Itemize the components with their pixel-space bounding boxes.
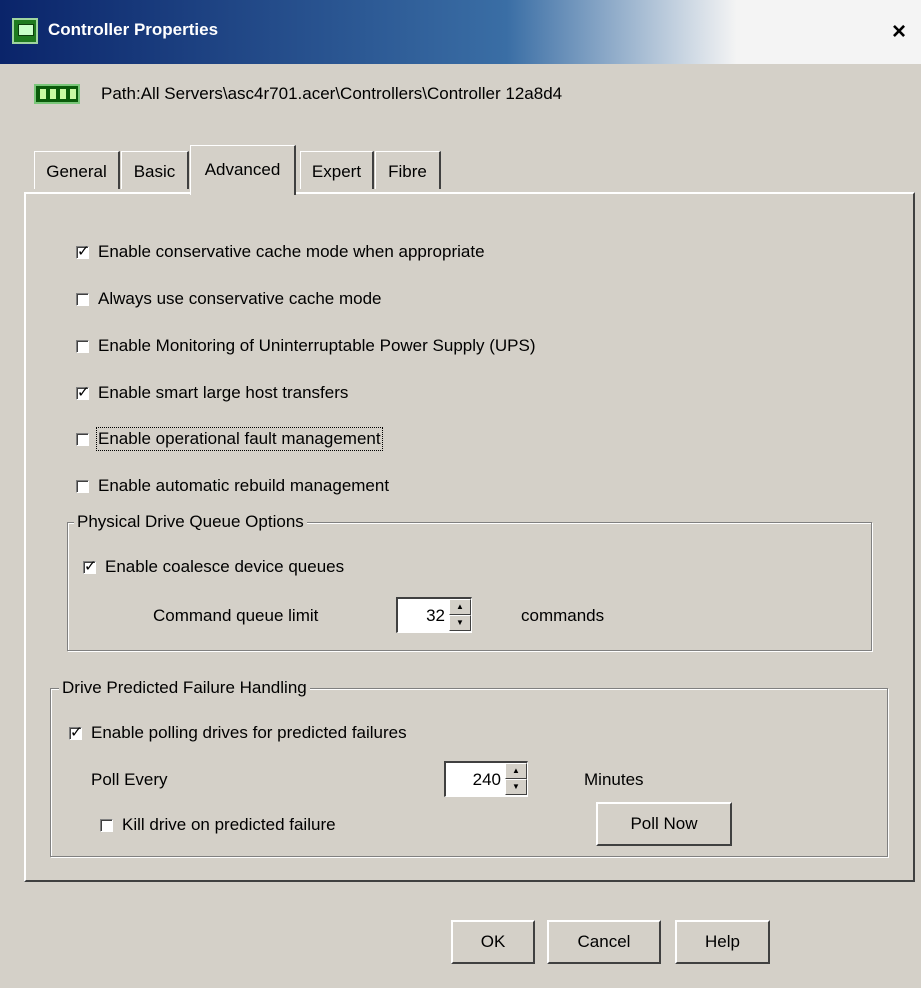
option-operational-fault-management[interactable]: Enable operational fault management	[76, 427, 383, 451]
path-label: Path:All Servers\asc4r701.acer\Controlle…	[101, 84, 563, 103]
option-automatic-rebuild-management[interactable]: Enable automatic rebuild management	[76, 476, 389, 496]
help-button[interactable]: Help	[675, 920, 770, 964]
checkbox[interactable]	[76, 432, 89, 446]
checkbox[interactable]	[76, 292, 89, 306]
predicted-failure-title: Drive Predicted Failure Handling	[59, 678, 310, 698]
spinner-value[interactable]: 32	[426, 606, 445, 626]
cancel-button[interactable]: Cancel	[547, 920, 661, 964]
option-label: Kill drive on predicted failure	[122, 815, 336, 834]
controller-icon	[12, 18, 38, 44]
option-conservative-cache-appropriate[interactable]: Enable conservative cache mode when appr…	[76, 242, 485, 262]
ok-button[interactable]: OK	[451, 920, 535, 964]
tab-basic[interactable]: Basic	[121, 151, 189, 189]
command-queue-limit-unit: commands	[521, 606, 605, 625]
spin-down-icon[interactable]: ▼	[449, 615, 471, 631]
poll-interval-unit: Minutes	[584, 770, 644, 789]
command-queue-limit-label: Command queue limit	[153, 606, 319, 625]
option-label: Enable coalesce device queues	[105, 557, 345, 576]
option-coalesce-device-queues[interactable]: Enable coalesce device queues	[83, 557, 344, 577]
title-bar: Controller Properties	[0, 0, 921, 64]
spin-up-icon[interactable]: ▲	[505, 763, 527, 779]
controller-board-icon	[34, 84, 80, 104]
checkbox[interactable]	[76, 383, 90, 401]
close-icon[interactable]: ×	[884, 18, 914, 48]
window-title: Controller Properties	[48, 20, 219, 39]
poll-interval-spinner[interactable]: 240 ▲ ▼	[444, 761, 528, 797]
checkbox[interactable]	[76, 242, 90, 260]
tab-general[interactable]: General	[34, 151, 120, 189]
poll-every-label: Poll Every	[91, 770, 168, 789]
tab-expert[interactable]: Expert	[300, 151, 374, 189]
queue-options-title: Physical Drive Queue Options	[74, 512, 307, 532]
spin-down-icon[interactable]: ▼	[505, 779, 527, 795]
tab-fibre[interactable]: Fibre	[375, 151, 441, 189]
checkbox[interactable]	[69, 723, 83, 741]
option-label: Enable automatic rebuild management	[98, 476, 390, 495]
poll-now-button[interactable]: Poll Now	[596, 802, 732, 846]
checkbox[interactable]	[100, 818, 113, 832]
option-label: Enable Monitoring of Uninterruptable Pow…	[98, 336, 536, 355]
option-smart-large-host-transfers[interactable]: Enable smart large host transfers	[76, 383, 348, 403]
option-always-conservative-cache[interactable]: Always use conservative cache mode	[76, 289, 381, 309]
option-label: Enable conservative cache mode when appr…	[98, 242, 485, 261]
option-label: Always use conservative cache mode	[98, 289, 382, 308]
checkbox[interactable]	[76, 339, 89, 353]
spinner-value[interactable]: 240	[473, 770, 501, 790]
option-label: Enable smart large host transfers	[98, 383, 349, 402]
option-ups-monitoring[interactable]: Enable Monitoring of Uninterruptable Pow…	[76, 336, 536, 356]
command-queue-limit-spinner[interactable]: 32 ▲ ▼	[396, 597, 472, 633]
option-poll-predicted-failures[interactable]: Enable polling drives for predicted fail…	[69, 723, 407, 743]
option-kill-drive[interactable]: Kill drive on predicted failure	[100, 815, 336, 835]
tab-advanced[interactable]: Advanced	[190, 145, 296, 195]
checkbox[interactable]	[83, 557, 97, 575]
checkbox[interactable]	[76, 479, 89, 493]
spin-up-icon[interactable]: ▲	[449, 599, 471, 615]
option-label: Enable operational fault management	[96, 427, 383, 451]
option-label: Enable polling drives for predicted fail…	[91, 723, 407, 742]
